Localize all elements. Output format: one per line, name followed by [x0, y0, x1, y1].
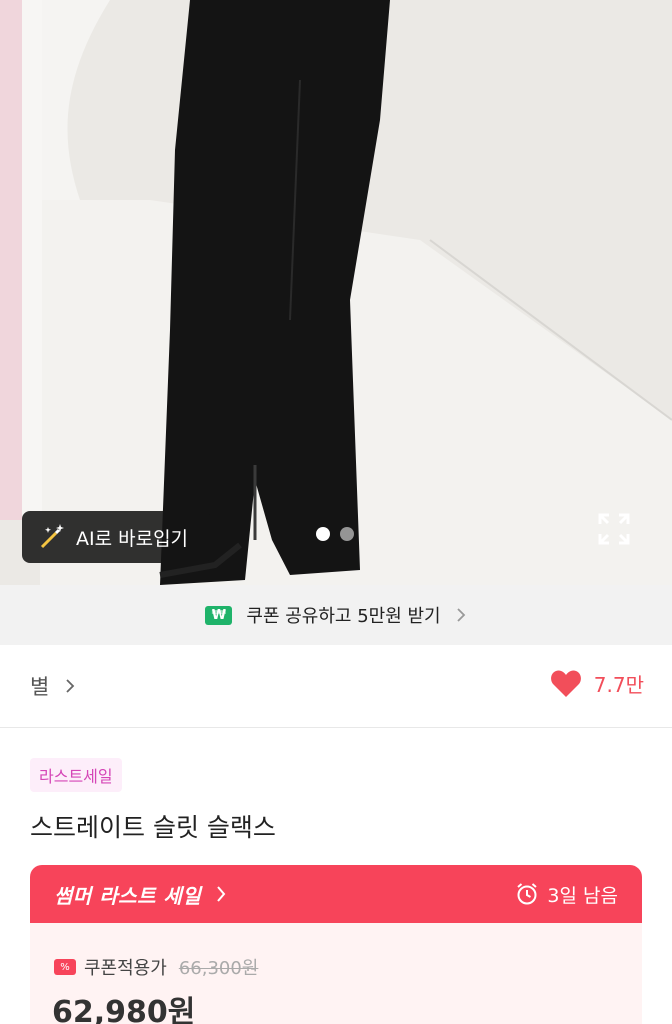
- product-photo: [0, 0, 672, 585]
- store-link[interactable]: 별: [30, 671, 76, 701]
- final-price: 62,980원: [52, 995, 196, 1024]
- coupon-share-text: 쿠폰 공유하고 5만원 받기: [246, 606, 441, 627]
- like-count: 7.7만: [593, 673, 644, 697]
- sale-remaining: 3일 남음: [547, 884, 618, 907]
- chevron-right-icon: [217, 886, 226, 902]
- alarm-clock-icon: [517, 883, 538, 905]
- magic-wand-icon: [40, 524, 64, 549]
- pagination-dot-active[interactable]: [316, 527, 330, 541]
- coupon-price-line: % 쿠폰적용가 66,300원: [54, 954, 258, 980]
- product-title: 스트레이트 슬릿 슬랙스: [30, 813, 276, 842]
- ai-try-on-button[interactable]: AI로 바로입기: [22, 511, 211, 563]
- heart-icon: [550, 670, 581, 697]
- sale-countdown: 3일 남음: [515, 881, 618, 908]
- coupon-price-label: 쿠폰적용가: [84, 958, 167, 979]
- chevron-right-icon: [456, 608, 465, 622]
- pagination-dot[interactable]: [340, 527, 354, 541]
- expand-icon[interactable]: [597, 512, 631, 546]
- like-button[interactable]: 7.7만: [550, 669, 644, 698]
- store-row: 별 7.7만: [0, 645, 672, 728]
- last-sale-tag: 라스트세일: [30, 758, 122, 792]
- original-price: 66,300원: [178, 958, 259, 979]
- store-name: 별: [30, 675, 50, 699]
- coupon-share-banner[interactable]: ₩ 쿠폰 공유하고 5만원 받기: [0, 585, 672, 645]
- ai-try-on-label: AI로 바로입기: [76, 527, 189, 550]
- sale-header: 썸머 라스트 세일 3일 남음: [30, 865, 642, 923]
- coupon-icon: %: [54, 959, 76, 975]
- chevron-right-icon: [66, 679, 75, 693]
- image-pagination: [316, 527, 354, 541]
- sale-event-link[interactable]: 썸머 라스트 세일: [54, 880, 227, 909]
- sale-title: 썸머 라스트 세일: [54, 883, 202, 908]
- product-image[interactable]: AI로 바로입기: [0, 0, 672, 585]
- won-coupon-icon: ₩: [205, 605, 233, 625]
- sale-card: 썸머 라스트 세일 3일 남음 % 쿠폰적용가 66,300원 62,980원: [30, 865, 642, 1024]
